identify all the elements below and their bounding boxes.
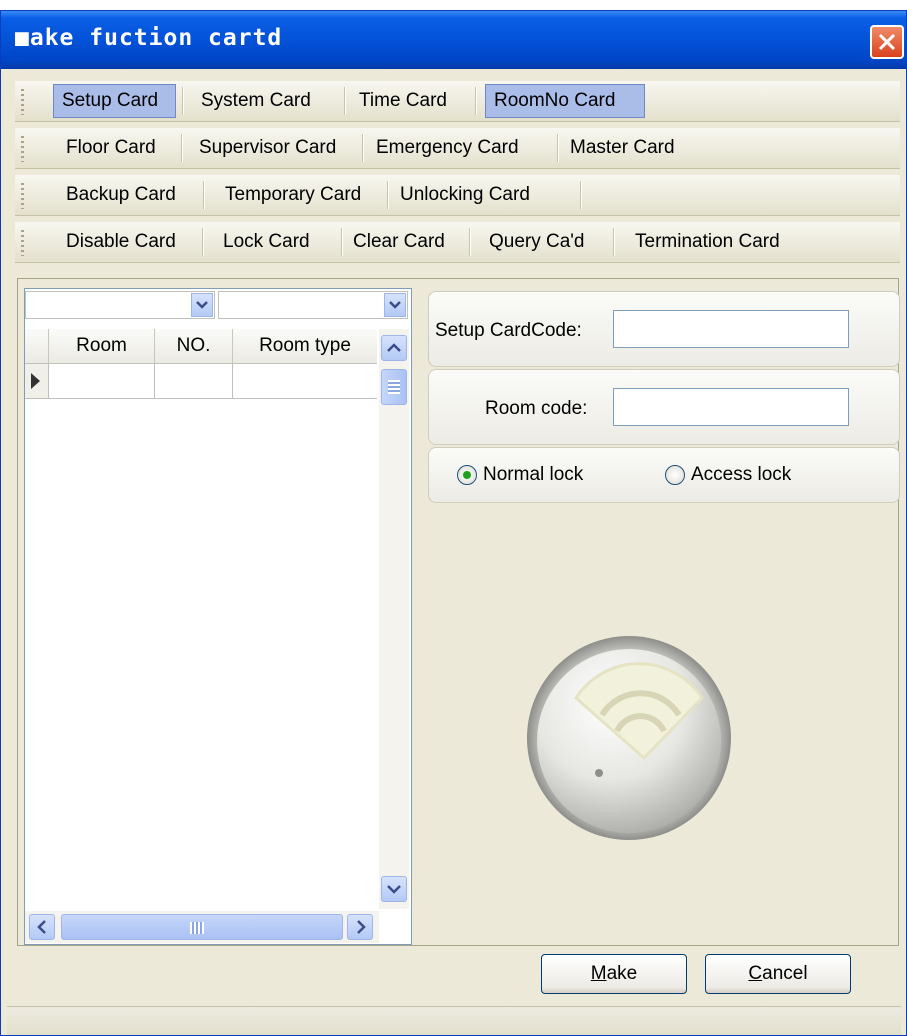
toolbar-grip[interactable]	[21, 183, 24, 209]
cell-room[interactable]	[49, 364, 155, 398]
toolbar-separator	[557, 134, 559, 162]
unlocking-card-button[interactable]: Unlocking Card	[392, 178, 538, 212]
clear-card-button[interactable]: Clear Card	[345, 225, 453, 259]
make-hotkey: M	[590, 963, 607, 984]
close-icon	[878, 33, 896, 51]
chevron-down-icon	[196, 301, 208, 309]
room-code-input[interactable]	[613, 388, 849, 426]
query-card-button[interactable]: Query Ca'd	[481, 225, 593, 259]
toolbar-separator	[362, 134, 364, 162]
setup-card-code-group: Setup CardCode:	[428, 291, 900, 367]
room-grid-panel: Room NO. Room type	[24, 288, 412, 945]
cancel-label: ancel	[762, 963, 808, 984]
disable-card-button[interactable]: Disable Card	[58, 225, 184, 259]
cancel-hotkey: C	[748, 963, 763, 984]
toolbar-separator	[341, 228, 343, 256]
make-function-card-window: ■ake fuction cartd Setup Card System Car…	[0, 10, 907, 1036]
toolbar-separator	[181, 134, 183, 162]
card-type-toolbars: Setup Card System Card Time Card RoomNo …	[15, 81, 900, 271]
chevron-up-icon	[387, 343, 401, 352]
toolbar-row-2: Floor Card Supervisor Card Emergency Car…	[15, 128, 900, 169]
current-row-arrow-icon	[31, 373, 40, 389]
chevron-down-icon	[387, 885, 401, 894]
make-label: ake	[606, 963, 638, 984]
title-text: ake fuction cartd	[29, 25, 283, 51]
cell-no[interactable]	[155, 364, 233, 398]
indicator-dot	[595, 769, 603, 777]
roomno-card-button[interactable]: RoomNo Card	[485, 84, 645, 118]
vertical-scroll-thumb[interactable]	[381, 369, 407, 405]
setup-card-code-label: Setup CardCode:	[435, 320, 582, 341]
toolbar-separator	[613, 228, 615, 256]
lock-card-button[interactable]: Lock Card	[215, 225, 318, 259]
chevron-down-icon	[389, 301, 401, 309]
toolbar-row-4: Disable Card Lock Card Clear Card Query …	[15, 222, 900, 263]
access-lock-label[interactable]: Access lock	[691, 464, 791, 486]
setup-card-button[interactable]: Setup Card	[53, 84, 176, 118]
toolbar-separator	[469, 228, 471, 256]
chevron-right-icon	[357, 920, 366, 934]
emergency-card-button[interactable]: Emergency Card	[368, 131, 527, 165]
thumb-grip	[190, 922, 204, 934]
column-header-room[interactable]: Room	[49, 329, 155, 363]
toolbar-separator	[580, 181, 582, 209]
toolbar-grip[interactable]	[21, 230, 24, 256]
setup-card-code-input[interactable]	[613, 310, 849, 348]
scroll-left-button[interactable]	[29, 914, 55, 940]
floor-select[interactable]	[218, 291, 408, 319]
time-card-button[interactable]: Time Card	[351, 84, 455, 118]
close-button[interactable]	[870, 25, 904, 59]
toolbar-separator	[182, 87, 184, 115]
vertical-scrollbar[interactable]	[379, 329, 409, 909]
title-icon: ■	[15, 25, 30, 51]
toolbar-separator	[344, 87, 346, 115]
cell-room-type[interactable]	[233, 364, 377, 398]
toolbar-separator	[475, 87, 477, 115]
access-lock-radio[interactable]	[665, 465, 685, 485]
system-card-button[interactable]: System Card	[193, 84, 319, 118]
normal-lock-label[interactable]: Normal lock	[483, 464, 583, 486]
window-title: ■ake fuction cartd	[15, 25, 282, 51]
make-button[interactable]: Make	[541, 954, 687, 994]
row-selector[interactable]	[25, 364, 49, 398]
scroll-up-button[interactable]	[381, 335, 407, 361]
master-card-button[interactable]: Master Card	[562, 131, 683, 165]
building-dropdown-button[interactable]	[191, 293, 213, 317]
column-header-no[interactable]: NO.	[155, 329, 233, 363]
grid-header: Room NO. Room type	[25, 329, 377, 364]
toolbar-row-1: Setup Card System Card Time Card RoomNo …	[15, 81, 900, 122]
room-code-label: Room code:	[485, 398, 588, 419]
title-bar[interactable]: ■ake fuction cartd	[1, 11, 906, 69]
building-select[interactable]	[25, 291, 215, 319]
thumb-grip	[388, 380, 400, 394]
toolbar-row-3: Backup Card Temporary Card Unlocking Car…	[15, 175, 900, 216]
cancel-button[interactable]: Cancel	[705, 954, 851, 994]
backup-card-button[interactable]: Backup Card	[58, 178, 184, 212]
floor-dropdown-button[interactable]	[384, 293, 406, 317]
termination-card-button[interactable]: Termination Card	[627, 225, 788, 259]
toolbar-grip[interactable]	[21, 136, 24, 162]
scroll-right-button[interactable]	[347, 914, 373, 940]
toolbar-separator	[202, 228, 204, 256]
content-panel: Room NO. Room type Setup CardCode: Room …	[17, 278, 900, 946]
normal-lock-radio[interactable]	[457, 465, 477, 485]
toolbar-grip[interactable]	[21, 89, 24, 115]
status-bar	[7, 1006, 901, 1035]
supervisor-card-button[interactable]: Supervisor Card	[191, 131, 344, 165]
room-code-group: Room code:	[428, 369, 900, 445]
table-row[interactable]	[25, 364, 377, 399]
row-header-corner	[25, 329, 49, 363]
horizontal-scroll-thumb[interactable]	[61, 914, 343, 940]
horizontal-scrollbar[interactable]	[25, 911, 379, 943]
toolbar-separator	[387, 181, 389, 209]
card-reader-icon	[527, 636, 731, 840]
floor-card-button[interactable]: Floor Card	[58, 131, 164, 165]
lock-type-group: Normal lock Access lock	[428, 447, 900, 503]
temporary-card-button[interactable]: Temporary Card	[217, 178, 369, 212]
toolbar-separator	[203, 181, 205, 209]
column-header-room-type[interactable]: Room type	[233, 329, 377, 363]
chevron-left-icon	[37, 920, 46, 934]
scroll-down-button[interactable]	[381, 876, 407, 902]
